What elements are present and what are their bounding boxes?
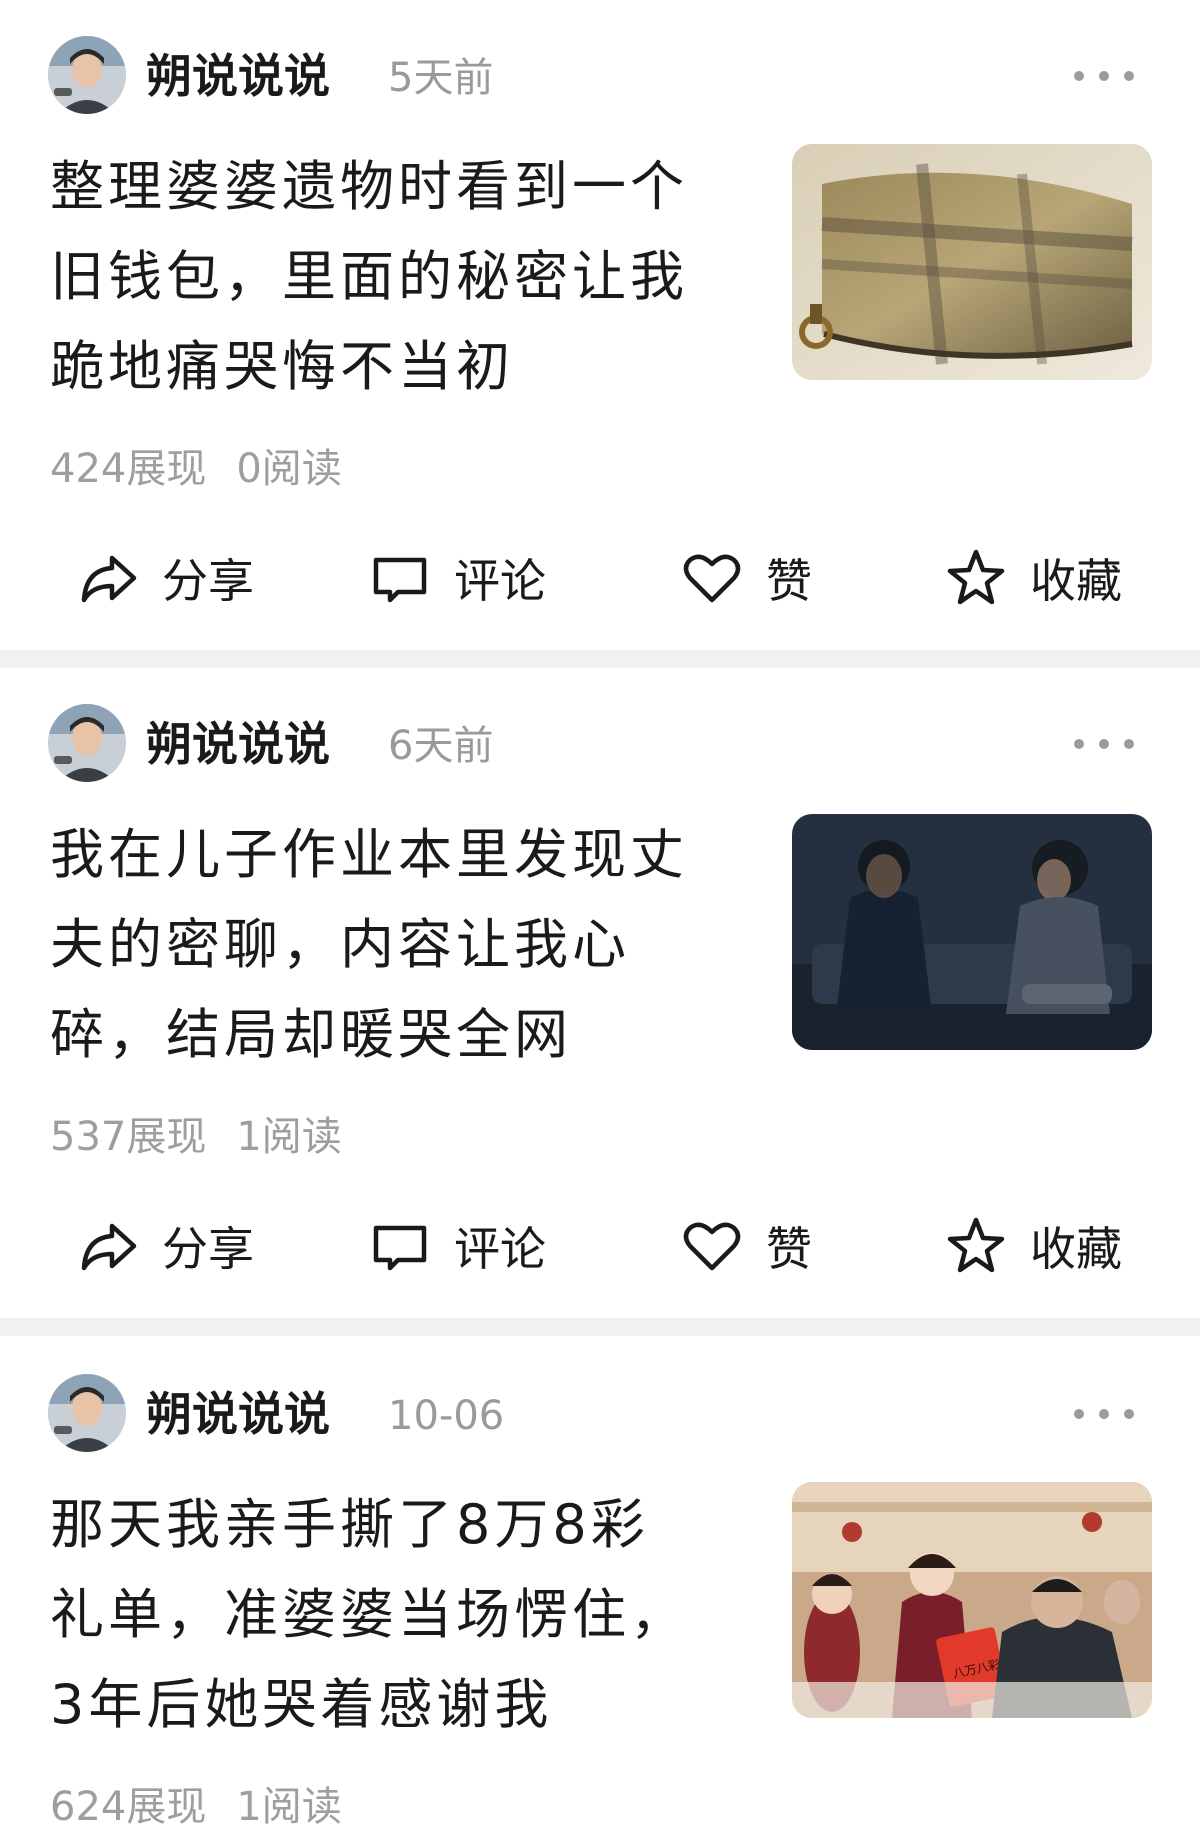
comment-label: 评论	[454, 1222, 546, 1276]
post-thumbnail[interactable]: 八万八彩礼	[792, 1482, 1152, 1718]
reads-count: 1阅读	[236, 1114, 342, 1160]
comment-button[interactable]: 评论	[368, 1206, 546, 1286]
feed-post[interactable]: 朔说说说 10-06 那天我亲手撕了8万8彩 礼单，准婆婆当场愣住， 3年后她哭…	[0, 1336, 1200, 1836]
share-icon	[81, 1223, 137, 1271]
favorite-button[interactable]: 收藏	[944, 538, 1122, 618]
like-icon	[683, 554, 741, 603]
like-icon	[683, 1222, 741, 1271]
action-bar: 分享 评论 赞 收藏	[0, 1206, 1200, 1286]
favorite-label: 收藏	[1030, 1222, 1122, 1276]
avatar[interactable]	[48, 1374, 126, 1452]
comment-icon	[373, 557, 427, 603]
favorite-label: 收藏	[1030, 554, 1122, 608]
reads-count: 0阅读	[236, 446, 342, 492]
post-thumbnail[interactable]	[792, 144, 1152, 380]
share-button[interactable]: 分享	[76, 1206, 254, 1286]
avatar[interactable]	[48, 704, 126, 782]
share-label: 分享	[162, 554, 254, 608]
feed-divider	[0, 1318, 1200, 1336]
favorite-icon	[947, 1217, 1005, 1273]
avatar[interactable]	[48, 36, 126, 114]
comment-icon	[373, 1225, 427, 1271]
post-time: 6天前	[388, 723, 494, 769]
post-time: 5天前	[388, 55, 494, 101]
feed-divider	[0, 650, 1200, 668]
comment-button[interactable]: 评论	[368, 538, 546, 618]
post-stats: 537展现 1阅读	[50, 1112, 342, 1162]
author-name[interactable]: 朔说说说	[146, 716, 330, 772]
feed-post[interactable]: 朔说说说 6天前 我在儿子作业本里发现丈 夫的密聊，内容让我心 碎，结局却暖哭全…	[0, 668, 1200, 1318]
post-thumbnail[interactable]	[792, 814, 1152, 1050]
share-label: 分享	[162, 1222, 254, 1276]
share-icon	[81, 555, 137, 603]
share-button[interactable]: 分享	[76, 538, 254, 618]
more-icon[interactable]	[1074, 1394, 1134, 1434]
author-name[interactable]: 朔说说说	[146, 48, 330, 104]
more-icon[interactable]	[1074, 724, 1134, 764]
like-button[interactable]: 赞	[680, 1206, 812, 1286]
feed-post[interactable]: 朔说说说 5天前 整理婆婆遗物时看到一个 旧钱包，里面的秘密让我 跪地痛哭悔不当…	[0, 0, 1200, 650]
impressions-count: 424展现	[50, 446, 207, 492]
post-stats: 624展现 1阅读	[50, 1782, 342, 1832]
author-name[interactable]: 朔说说说	[146, 1386, 330, 1442]
impressions-count: 537展现	[50, 1114, 207, 1160]
favorite-button[interactable]: 收藏	[944, 1206, 1122, 1286]
like-label: 赞	[766, 1222, 812, 1276]
post-title[interactable]: 整理婆婆遗物时看到一个 旧钱包，里面的秘密让我 跪地痛哭悔不当初	[50, 142, 750, 412]
reads-count: 1阅读	[236, 1784, 342, 1830]
like-label: 赞	[766, 554, 812, 608]
favorite-icon	[947, 549, 1005, 605]
action-bar: 分享 评论 赞 收藏	[0, 538, 1200, 618]
comment-label: 评论	[454, 554, 546, 608]
post-stats: 424展现 0阅读	[50, 444, 342, 494]
like-button[interactable]: 赞	[680, 538, 812, 618]
post-time: 10-06	[388, 1393, 505, 1439]
more-icon[interactable]	[1074, 56, 1134, 96]
impressions-count: 624展现	[50, 1784, 207, 1830]
post-title[interactable]: 我在儿子作业本里发现丈 夫的密聊，内容让我心 碎，结局却暖哭全网	[50, 810, 750, 1080]
post-title[interactable]: 那天我亲手撕了8万8彩 礼单，准婆婆当场愣住， 3年后她哭着感谢我	[50, 1480, 750, 1750]
